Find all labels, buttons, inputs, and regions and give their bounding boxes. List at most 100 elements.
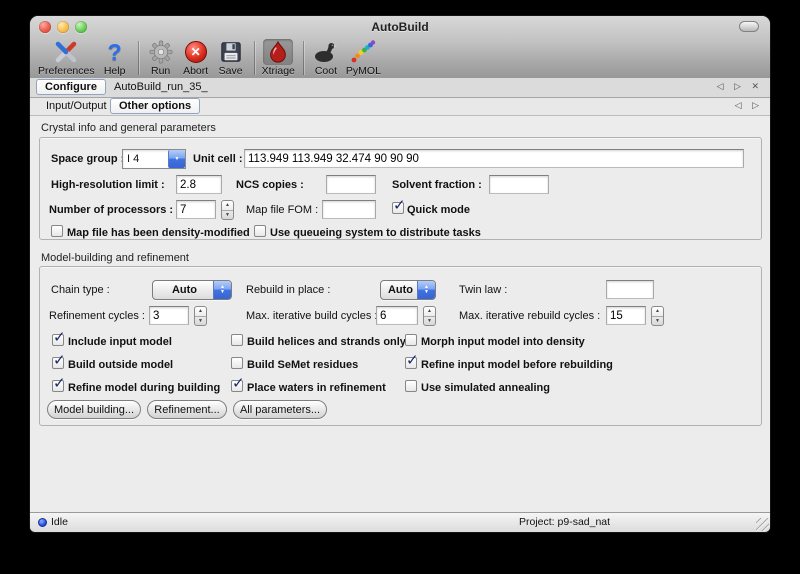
build-outside-checkbox[interactable] [52, 357, 64, 369]
primary-tab-nav-arrows[interactable]: ◁ ▷ ✕ [717, 81, 763, 92]
ncs-copies-field[interactable] [326, 175, 376, 194]
semet-label[interactable]: Build SeMet residues [247, 359, 358, 371]
semet-checkbox[interactable] [231, 357, 243, 369]
popup-arrows-icon[interactable]: ▲▼ [417, 281, 435, 299]
stepper-up-icon[interactable]: ▲ [424, 307, 435, 317]
xtriage-button[interactable]: Xtriage [262, 39, 295, 77]
solvent-fraction-label: Solvent fraction : [392, 179, 482, 191]
coot-label: Coot [315, 65, 337, 77]
rebuild-cycles-stepper[interactable]: ▲ ▼ [651, 306, 664, 326]
xtriage-label: Xtriage [262, 65, 295, 77]
simulated-annealing-checkbox[interactable] [405, 380, 417, 392]
refine-before-rebuild-label[interactable]: Refine input model before rebuilding [421, 359, 613, 371]
run-gear-icon [146, 39, 176, 65]
place-waters-label[interactable]: Place waters in refinement [247, 382, 386, 394]
space-group-combobox[interactable]: I 4 ▼ [122, 149, 186, 169]
crystal-section-title: Crystal info and general parameters [41, 122, 216, 134]
popup-arrows-icon[interactable]: ▲▼ [213, 281, 231, 299]
tab-other-options[interactable]: Other options [110, 98, 200, 114]
hires-limit-field[interactable] [176, 175, 222, 194]
pymol-ribbon-icon [348, 39, 378, 65]
density-modified-checkbox[interactable] [51, 225, 63, 237]
tab-configure[interactable]: Configure [36, 79, 106, 95]
num-processors-stepper[interactable]: ▲ ▼ [221, 200, 234, 220]
toolbar-separator [138, 41, 139, 75]
unit-cell-field[interactable] [244, 149, 744, 168]
secondary-tab-bar: Input/Output Other options ◁ ▷ [30, 98, 770, 116]
combo-dropdown-icon[interactable]: ▼ [168, 150, 185, 168]
stepper-up-icon[interactable]: ▲ [652, 307, 663, 317]
build-cycles-field[interactable] [376, 306, 418, 325]
status-bar: Idle Project: p9-sad_nat [30, 512, 770, 532]
secondary-tab-nav-arrows[interactable]: ◁ ▷ [735, 100, 763, 111]
map-fom-label: Map file FOM : [246, 204, 318, 216]
num-processors-field[interactable] [176, 200, 216, 219]
titlebar[interactable]: AutoBuild [30, 16, 770, 38]
stepper-down-icon[interactable]: ▼ [222, 211, 233, 220]
status-indicator-dot [38, 518, 47, 527]
chain-type-popup[interactable]: Auto ▲▼ [152, 280, 232, 300]
ncs-copies-label: NCS copies : [236, 179, 304, 191]
simulated-annealing-label[interactable]: Use simulated annealing [421, 382, 550, 394]
all-parameters-button[interactable]: All parameters... [233, 400, 327, 419]
rebuild-in-place-popup[interactable]: Auto ▲▼ [380, 280, 436, 300]
density-modified-label[interactable]: Map file has been density-modified [67, 227, 250, 239]
refinement-button[interactable]: Refinement... [147, 400, 227, 419]
rebuild-in-place-label: Rebuild in place : [246, 284, 330, 296]
model-building-button[interactable]: Model building... [47, 400, 141, 419]
stepper-down-icon[interactable]: ▼ [652, 317, 663, 326]
preferences-tools-icon [51, 39, 81, 65]
run-label: Run [151, 65, 170, 77]
quick-mode-label[interactable]: Quick mode [407, 204, 470, 216]
primary-tab-bar: Configure AutoBuild_run_35_ ◁ ▷ ✕ [30, 78, 770, 98]
tab-autobuild-run[interactable]: AutoBuild_run_35_ [106, 80, 216, 94]
stepper-down-icon[interactable]: ▼ [424, 317, 435, 326]
refinement-cycles-stepper[interactable]: ▲ ▼ [194, 306, 207, 326]
coot-button[interactable]: Coot [311, 39, 341, 77]
refine-before-rebuild-checkbox[interactable] [405, 357, 417, 369]
refine-during-building-checkbox[interactable] [52, 380, 64, 392]
run-button[interactable]: Run [146, 39, 176, 77]
build-cycles-stepper[interactable]: ▲ ▼ [423, 306, 436, 326]
place-waters-checkbox[interactable] [231, 380, 243, 392]
stepper-down-icon[interactable]: ▼ [195, 317, 206, 326]
toolbar-toggle-button[interactable] [739, 21, 759, 32]
autobuild-window: AutoBuild Preferences ? Help [30, 16, 770, 532]
morph-model-checkbox[interactable] [405, 334, 417, 346]
toolbar-separator [254, 41, 255, 75]
queueing-checkbox[interactable] [254, 225, 266, 237]
refinement-cycles-field[interactable] [149, 306, 189, 325]
abort-icon: ✕ [181, 39, 211, 65]
morph-model-label[interactable]: Morph input model into density [421, 336, 585, 348]
map-fom-field[interactable] [322, 200, 376, 219]
queueing-label[interactable]: Use queueing system to distribute tasks [270, 227, 481, 239]
rebuild-cycles-field[interactable] [606, 306, 646, 325]
stepper-up-icon[interactable]: ▲ [195, 307, 206, 317]
toolbar-separator [303, 41, 304, 75]
include-input-model-label[interactable]: Include input model [68, 336, 172, 348]
abort-button[interactable]: ✕ Abort [181, 39, 211, 77]
tab-input-output[interactable]: Input/Output [38, 99, 115, 113]
refine-during-building-label[interactable]: Refine model during building [68, 382, 220, 394]
resize-grip[interactable] [756, 518, 769, 531]
hires-limit-label: High-resolution limit : [51, 179, 165, 191]
include-input-model-checkbox[interactable] [52, 334, 64, 346]
build-outside-label[interactable]: Build outside model [68, 359, 173, 371]
solvent-fraction-field[interactable] [489, 175, 549, 194]
pymol-label: PyMOL [346, 65, 381, 77]
window-title: AutoBuild [30, 20, 770, 34]
project-label: Project: p9-sad_nat [519, 516, 610, 528]
help-button[interactable]: ? Help [100, 39, 130, 77]
build-helices-label[interactable]: Build helices and strands only [247, 336, 406, 348]
save-button[interactable]: Save [216, 39, 246, 77]
preferences-button[interactable]: Preferences [38, 39, 95, 77]
stepper-up-icon[interactable]: ▲ [222, 201, 233, 211]
model-section-title: Model-building and refinement [41, 252, 189, 264]
pymol-button[interactable]: PyMOL [346, 39, 381, 77]
chain-type-label: Chain type : [51, 284, 110, 296]
twin-law-field[interactable] [606, 280, 654, 299]
help-label: Help [104, 65, 126, 77]
quick-mode-checkbox[interactable] [392, 202, 404, 214]
window-header: AutoBuild Preferences ? Help [30, 16, 770, 79]
build-helices-checkbox[interactable] [231, 334, 243, 346]
